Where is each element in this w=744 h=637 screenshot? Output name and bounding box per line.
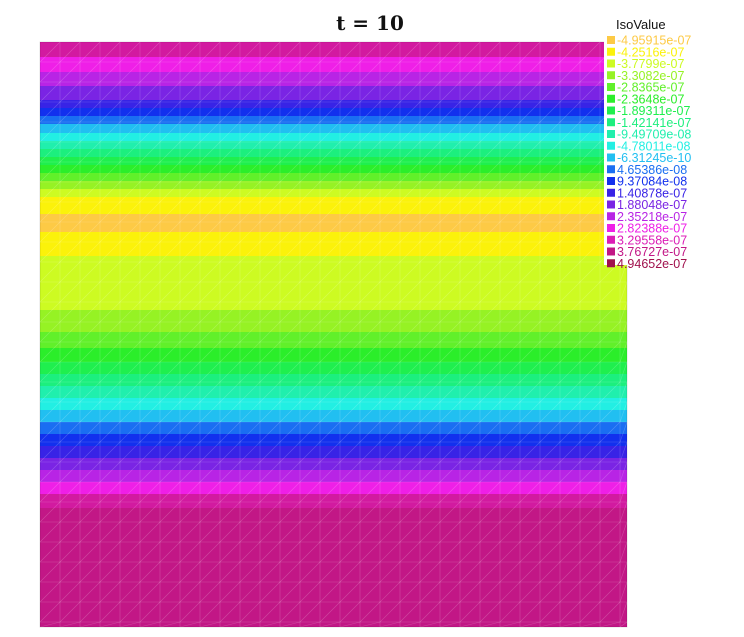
plot-area (40, 42, 627, 627)
legend-swatch (607, 83, 615, 91)
contour-band (40, 422, 627, 434)
contour-band (40, 149, 627, 157)
contour-band (40, 157, 627, 165)
legend-swatch (607, 259, 615, 268)
contour-band (40, 508, 627, 627)
contour-band (40, 108, 627, 116)
legend-swatch (607, 188, 615, 197)
legend-label: 4.94652e-07 (617, 257, 687, 271)
legend-swatch (607, 141, 615, 150)
contour-band (40, 434, 627, 446)
legend-swatch (607, 247, 615, 256)
contour-band (40, 446, 627, 458)
contour-band (40, 348, 627, 362)
legend-swatch (607, 94, 615, 103)
contour-band (40, 494, 627, 508)
legend-swatch (607, 153, 615, 162)
contour-band (40, 57, 627, 72)
contour-band (40, 362, 627, 374)
contour-band (40, 197, 627, 214)
contour-band (40, 189, 627, 197)
contour-band (40, 232, 627, 256)
legend-swatch (607, 36, 615, 44)
legend-swatch (607, 59, 615, 68)
legend: IsoValue -4.95915e-07-4.2516e-07-3.7799e… (604, 17, 700, 271)
legend-heading: IsoValue (616, 17, 666, 32)
legend-swatch (607, 177, 615, 185)
legend-swatch (607, 47, 615, 56)
legend-swatch (607, 235, 615, 244)
legend-entries: -4.95915e-07-4.2516e-07-3.7799e-07-3.308… (607, 34, 691, 271)
contour-band (40, 386, 627, 398)
contour-band (40, 42, 627, 57)
contour-band (40, 332, 627, 348)
legend-swatch (607, 71, 615, 80)
contour-band (40, 374, 627, 386)
chart-title: t = 10 (336, 11, 404, 35)
chart-canvas: t = 10 IsoValue -4.95915e-07-4.2516e-07-… (39, 11, 700, 628)
legend-swatch (607, 130, 615, 138)
contour-band (40, 470, 627, 482)
contour-band (40, 165, 627, 173)
legend-swatch (607, 200, 615, 209)
legend-swatch (607, 106, 615, 115)
legend-swatch (607, 224, 615, 232)
contour-band (40, 100, 627, 108)
contour-band (40, 410, 627, 422)
legend-swatch (607, 212, 615, 221)
legend-swatch (607, 165, 615, 174)
legend-swatch (607, 118, 615, 127)
contour-band (40, 482, 627, 494)
